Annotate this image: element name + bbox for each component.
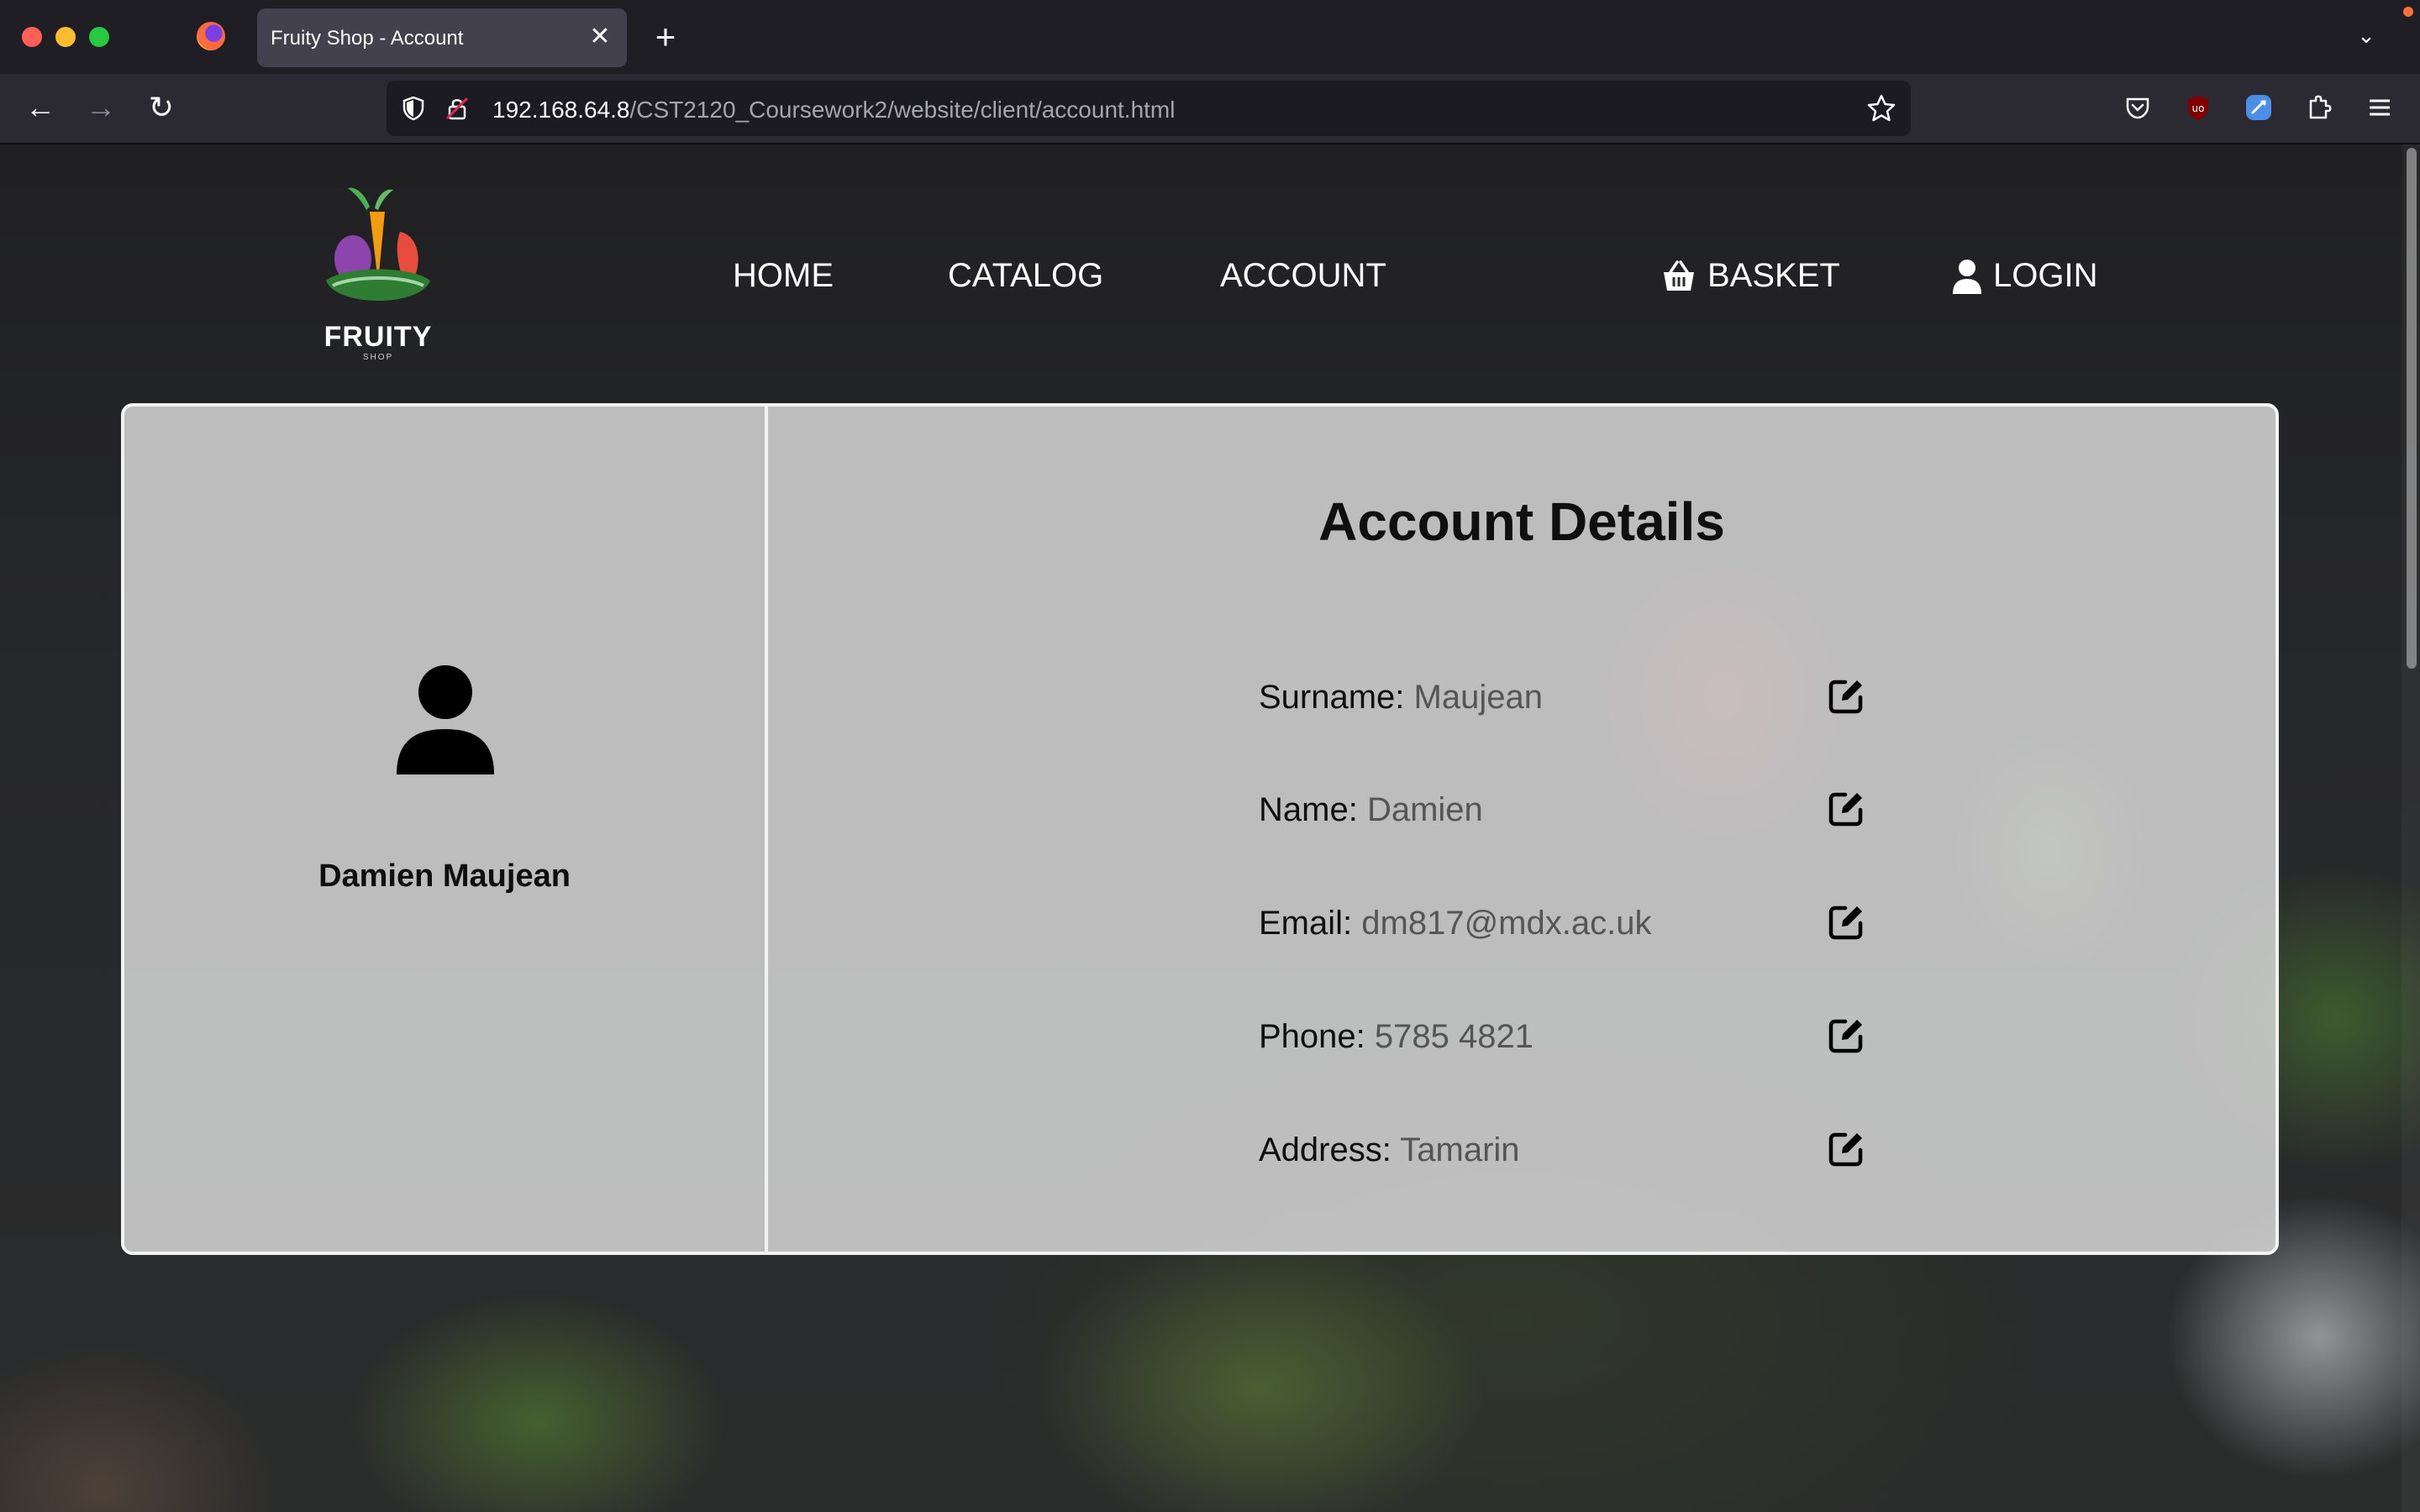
notification-dot bbox=[2403, 7, 2413, 17]
edit-address-icon[interactable] bbox=[1827, 1130, 1865, 1168]
tracking-protection-shield-icon[interactable] bbox=[400, 95, 427, 122]
url-path: /CST2120_Coursework2/website/client/acco… bbox=[629, 97, 1176, 123]
detail-address: Address: Tamarin bbox=[1259, 1131, 1520, 1169]
page-scrollbar[interactable] bbox=[2402, 144, 2420, 1512]
forward-arrow-icon[interactable]: → bbox=[81, 87, 121, 128]
detail-value: 5785 4821 bbox=[1374, 1018, 1534, 1055]
reload-icon[interactable]: ↻ bbox=[141, 87, 182, 128]
pocket-icon[interactable] bbox=[2123, 92, 2153, 123]
logo-subtitle: SHOP bbox=[362, 353, 394, 362]
detail-name: Name: Damien bbox=[1259, 791, 1483, 829]
user-silhouette-icon bbox=[397, 665, 494, 774]
ublock-origin-icon[interactable]: uo bbox=[2183, 92, 2213, 123]
edit-phone-icon[interactable] bbox=[1827, 1016, 1865, 1055]
tab-list-chevron-down-icon[interactable]: ⌄ bbox=[2349, 18, 2383, 52]
detail-value: dm817@mdx.ac.uk bbox=[1361, 905, 1652, 942]
account-card: Damien Maujean Account Details Surname: … bbox=[121, 403, 2279, 1255]
svg-text:uo: uo bbox=[2192, 102, 2205, 114]
logo-wordmark: FRUITY bbox=[324, 321, 433, 353]
nav-login-link[interactable]: LOGIN bbox=[1993, 257, 2097, 295]
account-details-title: Account Details bbox=[1318, 491, 1725, 552]
window-close-button[interactable] bbox=[22, 27, 42, 47]
browser-toolbar: ← → ↻ 192.168.64.8/CST2120_Coursework2/w… bbox=[0, 74, 2420, 144]
tab-close-icon[interactable]: ✕ bbox=[585, 22, 615, 52]
bookmark-star-icon[interactable] bbox=[1865, 92, 1897, 124]
user-full-name: Damien Maujean bbox=[318, 858, 571, 894]
detail-phone: Phone: 5785 4821 bbox=[1259, 1018, 1534, 1056]
detail-row-surname: Surname: Maujean bbox=[1259, 672, 1863, 722]
extension-blue-icon[interactable] bbox=[2244, 92, 2274, 123]
nav-catalog-link[interactable]: CATALOG bbox=[948, 257, 1103, 295]
scrollbar-thumb[interactable] bbox=[2407, 148, 2417, 669]
new-tab-button[interactable]: + bbox=[649, 17, 682, 57]
detail-label: Address: bbox=[1259, 1131, 1392, 1168]
nav-home-link[interactable]: HOME bbox=[733, 257, 834, 295]
hamburger-menu-icon[interactable] bbox=[2365, 92, 2395, 123]
address-bar[interactable]: 192.168.64.8/CST2120_Coursework2/website… bbox=[387, 81, 1911, 136]
url-text[interactable]: 192.168.64.8/CST2120_Coursework2/website… bbox=[492, 97, 1175, 123]
back-arrow-icon[interactable]: ← bbox=[20, 87, 60, 128]
detail-surname: Surname: Maujean bbox=[1259, 679, 1543, 717]
detail-value: Maujean bbox=[1413, 679, 1543, 716]
detail-label: Phone: bbox=[1259, 1018, 1365, 1055]
detail-value: Damien bbox=[1366, 791, 1483, 828]
browser-tab-active[interactable]: Fruity Shop - Account ✕ bbox=[257, 8, 627, 67]
url-host: 192.168.64.8 bbox=[492, 97, 630, 123]
edit-surname-icon[interactable] bbox=[1827, 677, 1865, 716]
detail-email: Email: dm817@mdx.ac.uk bbox=[1259, 905, 1651, 942]
page-viewport: FRUITY SHOP HOME CATALOG ACCOUNT BASKET … bbox=[0, 144, 2420, 1512]
detail-label: Surname: bbox=[1259, 679, 1405, 716]
window-minimize-button[interactable] bbox=[55, 27, 76, 47]
detail-label: Name: bbox=[1259, 791, 1358, 828]
detail-row-address: Address: Tamarin bbox=[1259, 1125, 1863, 1175]
edit-email-icon[interactable] bbox=[1827, 903, 1865, 942]
nav-basket-link[interactable]: BASKET bbox=[1707, 257, 1840, 295]
detail-row-phone: Phone: 5785 4821 bbox=[1259, 1011, 1863, 1062]
detail-label: Email: bbox=[1259, 905, 1353, 942]
login-user-icon[interactable] bbox=[1951, 259, 1983, 296]
basket-icon[interactable] bbox=[1660, 259, 1697, 296]
tab-title: Fruity Shop - Account bbox=[271, 27, 464, 50]
insecure-lock-icon[interactable] bbox=[444, 95, 471, 122]
firefox-view-icon[interactable] bbox=[197, 22, 225, 50]
nav-account-link[interactable]: ACCOUNT bbox=[1220, 257, 1386, 295]
detail-row-email: Email: dm817@mdx.ac.uk bbox=[1259, 898, 1863, 948]
extensions-puzzle-icon[interactable] bbox=[2304, 92, 2334, 123]
window-zoom-button[interactable] bbox=[89, 27, 109, 47]
edit-name-icon[interactable] bbox=[1827, 790, 1865, 828]
detail-row-name: Name: Damien bbox=[1259, 785, 1863, 835]
browser-tab-bar: Fruity Shop - Account ✕ + ⌄ bbox=[0, 0, 2420, 74]
detail-value: Tamarin bbox=[1400, 1131, 1520, 1168]
